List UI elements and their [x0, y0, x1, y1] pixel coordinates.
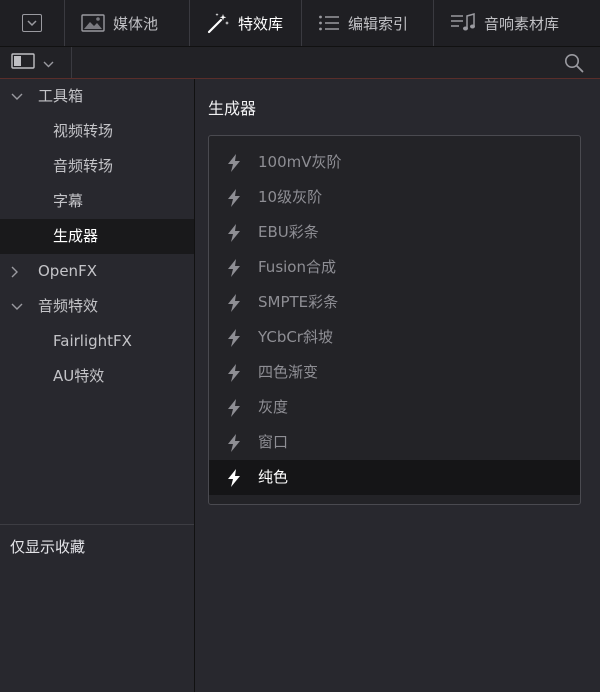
tree-item-audio-effects[interactable]: 音频特效 — [0, 289, 194, 324]
list-item-label: YCbCr斜坡 — [258, 328, 333, 346]
tree-item-toolbox[interactable]: 工具箱 — [0, 79, 194, 114]
lightning-icon — [227, 154, 241, 176]
generator-list: 100mV灰阶 10级灰阶 EBU彩条 Fusion合成 SMPTE彩条 YCb… — [208, 135, 581, 505]
tree-item-generators[interactable]: 生成器 — [0, 219, 194, 254]
tab-label: 媒体池 — [113, 14, 159, 33]
sidebar-toggle-button[interactable] — [0, 47, 72, 78]
music-list-icon — [450, 13, 476, 33]
list-item[interactable]: YCbCr斜坡 — [209, 320, 580, 355]
divider — [0, 524, 194, 525]
list-item[interactable]: 窗口 — [209, 425, 580, 460]
tab-effects-library[interactable]: 特效库 — [190, 0, 302, 46]
lightning-icon — [227, 294, 241, 316]
list-item-label: 灰度 — [258, 398, 289, 416]
tree-item-label: AU特效 — [53, 367, 105, 385]
sidebar-icon — [11, 52, 35, 73]
tree-item-titles[interactable]: 字幕 — [0, 184, 194, 219]
lightning-icon — [227, 469, 241, 491]
list-item-label: 窗口 — [258, 433, 289, 451]
chevron-down-icon — [43, 53, 54, 72]
chevron-down-icon[interactable] — [11, 79, 23, 114]
tab-edit-index[interactable]: 编辑索引 — [302, 0, 434, 46]
tab-label: 音响素材库 — [484, 14, 560, 33]
list-icon — [318, 14, 340, 32]
tab-label: 特效库 — [238, 14, 284, 33]
tree-item-label: OpenFX — [38, 262, 97, 280]
chevron-down-icon[interactable] — [11, 289, 23, 324]
tree-item-label: 生成器 — [53, 227, 99, 245]
list-item[interactable]: 四色渐变 — [209, 355, 580, 390]
lightning-icon — [227, 329, 241, 351]
lightning-icon — [227, 224, 241, 246]
lightning-icon — [227, 364, 241, 386]
tree-item-label: 工具箱 — [38, 87, 84, 105]
lightning-icon — [227, 189, 241, 211]
lightning-icon — [227, 434, 241, 456]
tree-item-audio-transitions[interactable]: 音频转场 — [0, 149, 194, 184]
tree-item-label: 字幕 — [53, 192, 84, 210]
lightning-icon — [227, 259, 241, 281]
list-item[interactable]: 100mV灰阶 — [209, 145, 580, 180]
list-item[interactable]: 纯色 — [209, 460, 580, 495]
list-item-label: 四色渐变 — [258, 363, 319, 381]
top-tab-bar: 媒体池 特效库 编辑索引 音响素材库 — [0, 0, 600, 47]
lightning-icon — [227, 399, 241, 421]
search-icon[interactable] — [564, 53, 584, 77]
tab-sound-library[interactable]: 音响素材库 — [434, 0, 560, 46]
tree-item-openfx[interactable]: OpenFX — [0, 254, 194, 289]
tab-media-pool[interactable]: 媒体池 — [65, 0, 190, 46]
chevron-down-icon — [22, 14, 42, 32]
section-title: 生成器 — [208, 99, 257, 118]
tree-item-label: 音频特效 — [38, 297, 99, 315]
panel-menu-button[interactable] — [0, 0, 65, 46]
list-item-label: EBU彩条 — [258, 223, 319, 241]
tree-item-label: 音频转场 — [53, 157, 114, 175]
list-item-label: 纯色 — [258, 468, 289, 486]
list-item[interactable]: Fusion合成 — [209, 250, 580, 285]
tree-item-label: FairlightFX — [53, 332, 132, 350]
list-item-label: Fusion合成 — [258, 258, 336, 276]
effects-tree-panel: 工具箱 视频转场 音频转场 字幕 生成器 OpenFX 音频特效 Fairlig… — [0, 79, 195, 692]
list-item-label: 100mV灰阶 — [258, 153, 342, 171]
list-item[interactable]: 灰度 — [209, 390, 580, 425]
tree-item-label: 视频转场 — [53, 122, 114, 140]
magic-wand-icon — [206, 12, 230, 34]
list-item[interactable]: SMPTE彩条 — [209, 285, 580, 320]
tree-item-fairlightfx[interactable]: FairlightFX — [0, 324, 194, 359]
generators-panel: 生成器 100mV灰阶 10级灰阶 EBU彩条 Fusion合成 SMPTE彩条… — [195, 79, 600, 692]
list-item-label: 10级灰阶 — [258, 188, 323, 206]
tree-item-video-transitions[interactable]: 视频转场 — [0, 114, 194, 149]
list-item[interactable]: EBU彩条 — [209, 215, 580, 250]
list-item[interactable]: 10级灰阶 — [209, 180, 580, 215]
image-icon — [81, 14, 105, 32]
chevron-right-icon[interactable] — [11, 254, 19, 289]
favorites-only-toggle[interactable]: 仅显示收藏 — [10, 536, 85, 557]
sub-toolbar — [0, 47, 600, 79]
tab-label: 编辑索引 — [348, 14, 409, 33]
list-item-label: SMPTE彩条 — [258, 293, 339, 311]
tree-item-au-effects[interactable]: AU特效 — [0, 359, 194, 394]
